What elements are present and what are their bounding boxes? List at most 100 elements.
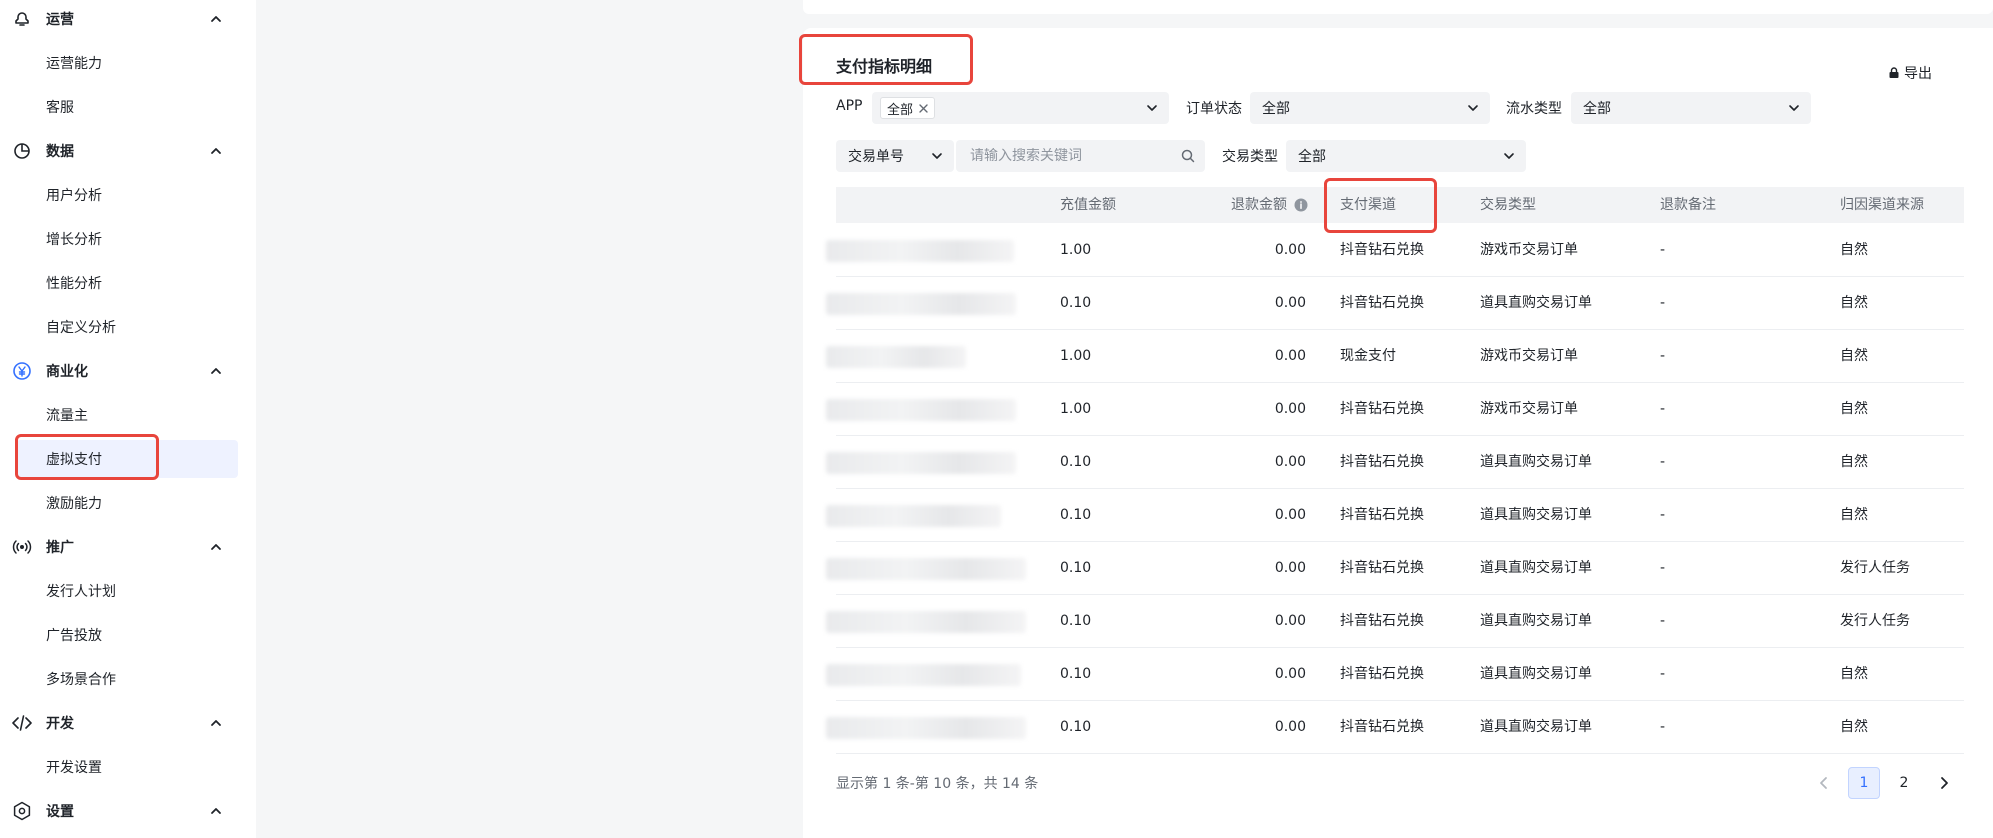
sidebar-item-dev-settings[interactable]: 开发设置 (16, 748, 238, 786)
search-field-select[interactable]: 交易单号 (836, 140, 954, 172)
flow-type-label: 流水类型 (1506, 101, 1562, 117)
trade-type-select[interactable]: 全部 (1286, 140, 1526, 172)
chevron-down-icon (1147, 105, 1157, 111)
pagination-page-1[interactable]: 1 (1848, 767, 1880, 799)
export-lock-icon (1889, 67, 1899, 78)
sidebar-item-label: 客服 (46, 100, 74, 116)
table-row: 0.10 0.00 抖音钻石兑换 道具直购交易订单 - 自然 (826, 489, 1964, 542)
cell-refund: 0.00 (1274, 560, 1306, 576)
cell-trade-type: 游戏币交易订单 (1480, 401, 1578, 417)
broadcast-icon (12, 537, 32, 557)
table-row: 0.10 0.00 抖音钻石兑换 道具直购交易订单 - 发行人任务 (826, 595, 1964, 648)
column-header-recharge: 充值金额 (1060, 197, 1116, 213)
sidebar-item-operations-capability[interactable]: 运营能力 (16, 44, 238, 82)
sidebar-item-growth-analysis[interactable]: 增长分析 (16, 220, 238, 258)
page-title: 支付指标明细 (836, 57, 933, 76)
table-row: 1.00 0.00 抖音钻石兑换 游戏币交易订单 - 自然 (826, 224, 1964, 277)
trade-type-label: 交易类型 (1222, 149, 1278, 165)
column-header-source: 归因渠道来源 (1840, 197, 1924, 213)
sidebar-item-multi-scene[interactable]: 多场景合作 (16, 660, 238, 698)
table-row: 1.00 0.00 抖音钻石兑换 游戏币交易订单 - 自然 (826, 383, 1964, 436)
sidebar-item-publisher-plan[interactable]: 发行人计划 (16, 572, 238, 610)
cell-recharge: 0.10 (1060, 666, 1092, 682)
order-status-label: 订单状态 (1186, 101, 1242, 117)
cell-channel: 抖音钻石兑换 (1340, 242, 1424, 258)
pagination-page-2[interactable]: 2 (1888, 767, 1920, 799)
chevron-up-icon (211, 16, 221, 22)
yuan-coin-icon (12, 361, 32, 381)
app-filter-select[interactable]: 全部 (872, 92, 1169, 124)
cell-recharge: 1.00 (1060, 401, 1092, 417)
cell-trade-type: 游戏币交易订单 (1480, 348, 1578, 364)
sidebar-group-settings[interactable]: 设置 (0, 789, 240, 833)
sidebar-item-label: 性能分析 (46, 276, 102, 292)
cell-refund-note: - (1660, 613, 1666, 629)
sidebar-group-monetization[interactable]: 商业化 (0, 349, 240, 393)
sidebar-item-virtual-payment[interactable]: 虚拟支付 (16, 440, 238, 478)
pie-chart-icon (12, 141, 32, 161)
cell-trade-type: 道具直购交易订单 (1480, 507, 1592, 523)
flow-type-select[interactable]: 全部 (1571, 92, 1811, 124)
sidebar-item-incentive-capability[interactable]: 激励能力 (16, 484, 238, 522)
cell-trade-type: 道具直购交易订单 (1480, 666, 1592, 682)
chevron-down-icon (1468, 105, 1478, 111)
sidebar-group-development[interactable]: 开发 (0, 701, 240, 745)
cell-recharge: 0.10 (1060, 507, 1092, 523)
settings-icon (12, 801, 32, 821)
search-field-value: 交易单号 (848, 149, 904, 165)
chevron-left-icon (1820, 777, 1827, 789)
cell-source: 发行人任务 (1840, 613, 1910, 629)
sidebar-item-label: 虚拟支付 (46, 452, 102, 468)
sidebar-group-label: 商业化 (46, 364, 88, 380)
cell-refund-note: - (1660, 560, 1666, 576)
pagination-next-button[interactable] (1928, 767, 1960, 799)
cell-source: 发行人任务 (1840, 560, 1910, 576)
sidebar: 运营 运营能力 客服 数据 用户分析 增长分析 性能分析 自定义分析 商业化 流… (0, 0, 256, 838)
sidebar-item-custom-analysis[interactable]: 自定义分析 (16, 308, 238, 346)
cell-refund-note: - (1660, 348, 1666, 364)
sidebar-item-label: 开发设置 (46, 760, 102, 776)
sidebar-item-label: 发行人计划 (46, 584, 116, 600)
sidebar-item-traffic-owner[interactable]: 流量主 (16, 396, 238, 434)
cell-trade-type: 游戏币交易订单 (1480, 242, 1578, 258)
info-icon[interactable] (1294, 198, 1308, 212)
chevron-up-icon (211, 720, 221, 726)
cell-refund: 0.00 (1274, 454, 1306, 470)
sidebar-item-user-analysis[interactable]: 用户分析 (16, 176, 238, 214)
close-icon[interactable] (919, 103, 928, 113)
order-status-select[interactable]: 全部 (1250, 92, 1490, 124)
column-header-refund-note: 退款备注 (1660, 197, 1716, 213)
sidebar-group-label: 运营 (46, 12, 74, 28)
cell-recharge: 0.10 (1060, 560, 1092, 576)
search-input[interactable] (970, 148, 1170, 164)
search-icon[interactable] (1181, 149, 1195, 163)
redacted-order-id (826, 717, 1026, 739)
sidebar-item-performance-analysis[interactable]: 性能分析 (16, 264, 238, 302)
cell-recharge: 1.00 (1060, 348, 1092, 364)
sidebar-item-ad-delivery[interactable]: 广告投放 (16, 616, 238, 654)
chevron-up-icon (211, 368, 221, 374)
sidebar-item-customer-service[interactable]: 客服 (16, 88, 238, 126)
cell-refund-note: - (1660, 242, 1666, 258)
cell-source: 自然 (1840, 719, 1868, 735)
cell-trade-type: 道具直购交易订单 (1480, 613, 1592, 629)
cell-recharge: 0.10 (1060, 719, 1092, 735)
redacted-order-id (826, 664, 1021, 686)
cell-refund: 0.00 (1274, 507, 1306, 523)
order-status-value: 全部 (1262, 101, 1290, 117)
redacted-order-id (826, 558, 1026, 580)
sidebar-group-operations[interactable]: 运营 (0, 0, 240, 41)
top-card-edge (803, 0, 1993, 14)
cell-source: 自然 (1840, 401, 1868, 417)
redacted-order-id (826, 346, 966, 368)
column-header-channel: 支付渠道 (1340, 197, 1396, 213)
pagination-prev-button[interactable] (1808, 767, 1840, 799)
cell-refund-note: - (1660, 507, 1666, 523)
sidebar-group-promotion[interactable]: 推广 (0, 525, 240, 569)
sidebar-group-data[interactable]: 数据 (0, 129, 240, 173)
cell-channel: 抖音钻石兑换 (1340, 719, 1424, 735)
export-button[interactable]: 导出 (1888, 62, 1932, 84)
cell-refund: 0.00 (1274, 242, 1306, 258)
search-box (956, 140, 1205, 172)
redacted-order-id (826, 399, 1016, 421)
